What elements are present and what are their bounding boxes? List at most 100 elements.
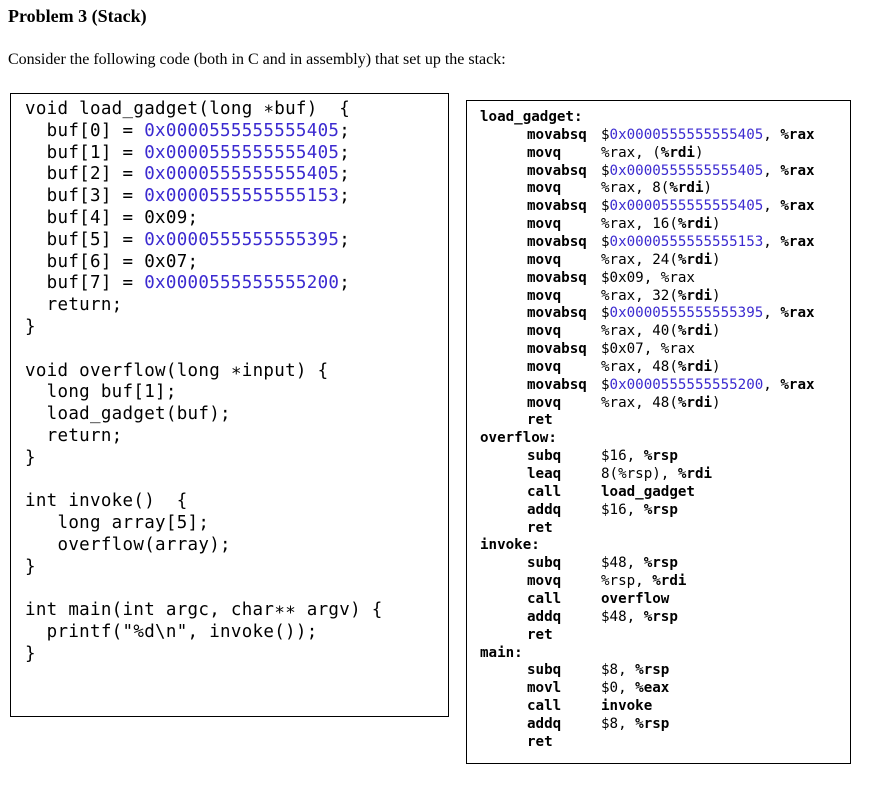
operand-token: $0x09, %rax [601,269,695,286]
c-code-line: void load_gadget(long ∗buf) { [25,98,350,120]
register: %rdi [677,287,713,304]
code-token: ; [339,229,351,250]
asm-operands: %rsp, %rdi [601,572,686,590]
asm-operands: 8(%rsp), %rdi [601,465,712,483]
asm-operands: $0x09, %rax [601,269,695,287]
asm-instruction: movq [527,179,561,197]
asm-opcode: movq [527,573,562,590]
asm-operands: $48, %rsp [601,554,678,572]
asm-operands: $0x0000555555555395, %rax [601,304,815,322]
asm-operands: %rax, 16(%rdi) [601,215,721,233]
problem-intro: Consider the following code (both in C a… [8,51,506,68]
operand-token: ) [712,394,721,411]
c-code-line: buf[3] = 0x0000555555555153; [25,185,350,207]
asm-opcode: movabsq [527,376,587,393]
operand-token: %rax, 48( [601,358,678,375]
asm-opcode: call [527,590,562,607]
operand-token: $48, [601,555,644,572]
c-code-box: void load_gadget(long ∗buf) { buf[0] = 0… [10,93,449,717]
register: %rdi [652,573,687,590]
c-code-line: void overflow(long ∗input) { [25,360,328,382]
operand-token: ) [712,287,721,304]
asm-instruction: call [527,590,561,608]
operand-token: ) [703,180,713,197]
asm-opcode: ret [527,412,553,429]
c-code-line: } [25,316,36,338]
asm-instruction: ret [527,519,553,537]
c-code-line: overflow(array); [25,534,231,556]
register: %rax [780,126,815,143]
hex-value: 0x0000555555555153 [144,186,340,207]
code-token: ∗ [230,360,242,381]
code-token: argv) { [295,600,383,621]
operand-token: ) [712,358,721,375]
asm-opcode: movq [527,144,562,161]
asm-opcode: movq [527,216,562,233]
operand-token: , [763,162,781,179]
asm-opcode: movl [527,680,562,697]
operand-token: , [763,233,781,250]
code-token: int invoke() { [25,491,188,512]
code-token: void load_gadget(long [25,99,264,119]
asm-opcode: movabsq [527,269,587,286]
asm-opcode: addq [527,501,562,518]
operand-token: $ [601,376,610,393]
asm-label: invoke: [480,537,540,554]
asm-opcode: movabsq [527,233,587,250]
asm-operands: $0x0000555555555200, %rax [601,376,815,394]
asm-operands: $0x0000555555555405, %rax [601,197,815,215]
asm-instruction: movabsq [527,197,587,215]
asm-label: load_gadget: [480,109,583,125]
operand-token: %rax, 32( [601,287,678,304]
code-token: return; [25,426,123,446]
operand-token: , [763,198,781,215]
asm-instruction: subq [527,661,561,679]
hex-value: 0x0000555555555405 [609,198,764,215]
asm-instruction: movq [527,287,561,305]
asm-opcode: movq [527,323,562,340]
asm-instruction: movabsq [527,126,587,144]
code-token: } [25,317,36,337]
asm-instruction: ret [527,626,553,644]
asm-opcode: subq [527,662,562,679]
code-token: } [25,447,36,468]
register: %rdi [677,251,713,268]
code-token: } [25,644,36,664]
code-token: buf) { [274,99,351,119]
code-token: buf[3] = [25,186,145,207]
asm-opcode: movabsq [527,305,587,322]
asm-opcode: movabsq [527,341,587,358]
asm-opcode: call [527,698,562,715]
operand-token: %rax, ( [601,144,661,161]
c-code-line: } [25,643,36,665]
code-token: ; [339,142,351,163]
asm-operands: $48, %rsp [601,608,678,626]
hex-value: 0x0000555555555405 [144,164,340,185]
asm-label: main: [480,644,523,661]
operand-token: $8, [601,662,636,679]
asm-instruction: movabsq [527,162,587,180]
register: %rax [780,376,815,393]
hex-value: 0x0000555555555200 [609,376,764,393]
register: %rax [780,233,815,250]
code-token: ∗∗ [274,600,296,621]
operand-token: ) [712,216,721,233]
c-code-line: int invoke() { [25,490,188,512]
asm-instruction: ret [527,411,553,429]
hex-value: 0x0000555555555395 [144,229,340,250]
asm-opcode: movabsq [527,126,587,143]
operand-token: $ [601,126,610,143]
register: %rsp [643,448,678,465]
asm-opcode: ret [527,519,553,536]
asm-opcode: leaq [527,466,562,482]
asm-instruction: subq [527,554,561,572]
operand-token: ) [712,251,721,268]
code-token: buf[0] = [25,120,145,141]
code-token: ; [339,120,351,141]
asm-operands: $0x07, %rax [601,340,695,358]
asm-operands: $0x0000555555555405, %rax [601,162,815,180]
code-token: ; [339,186,351,207]
asm-operands: overflow [601,590,669,608]
c-code-line: } [25,447,36,469]
operand-token: $0, [601,680,636,697]
